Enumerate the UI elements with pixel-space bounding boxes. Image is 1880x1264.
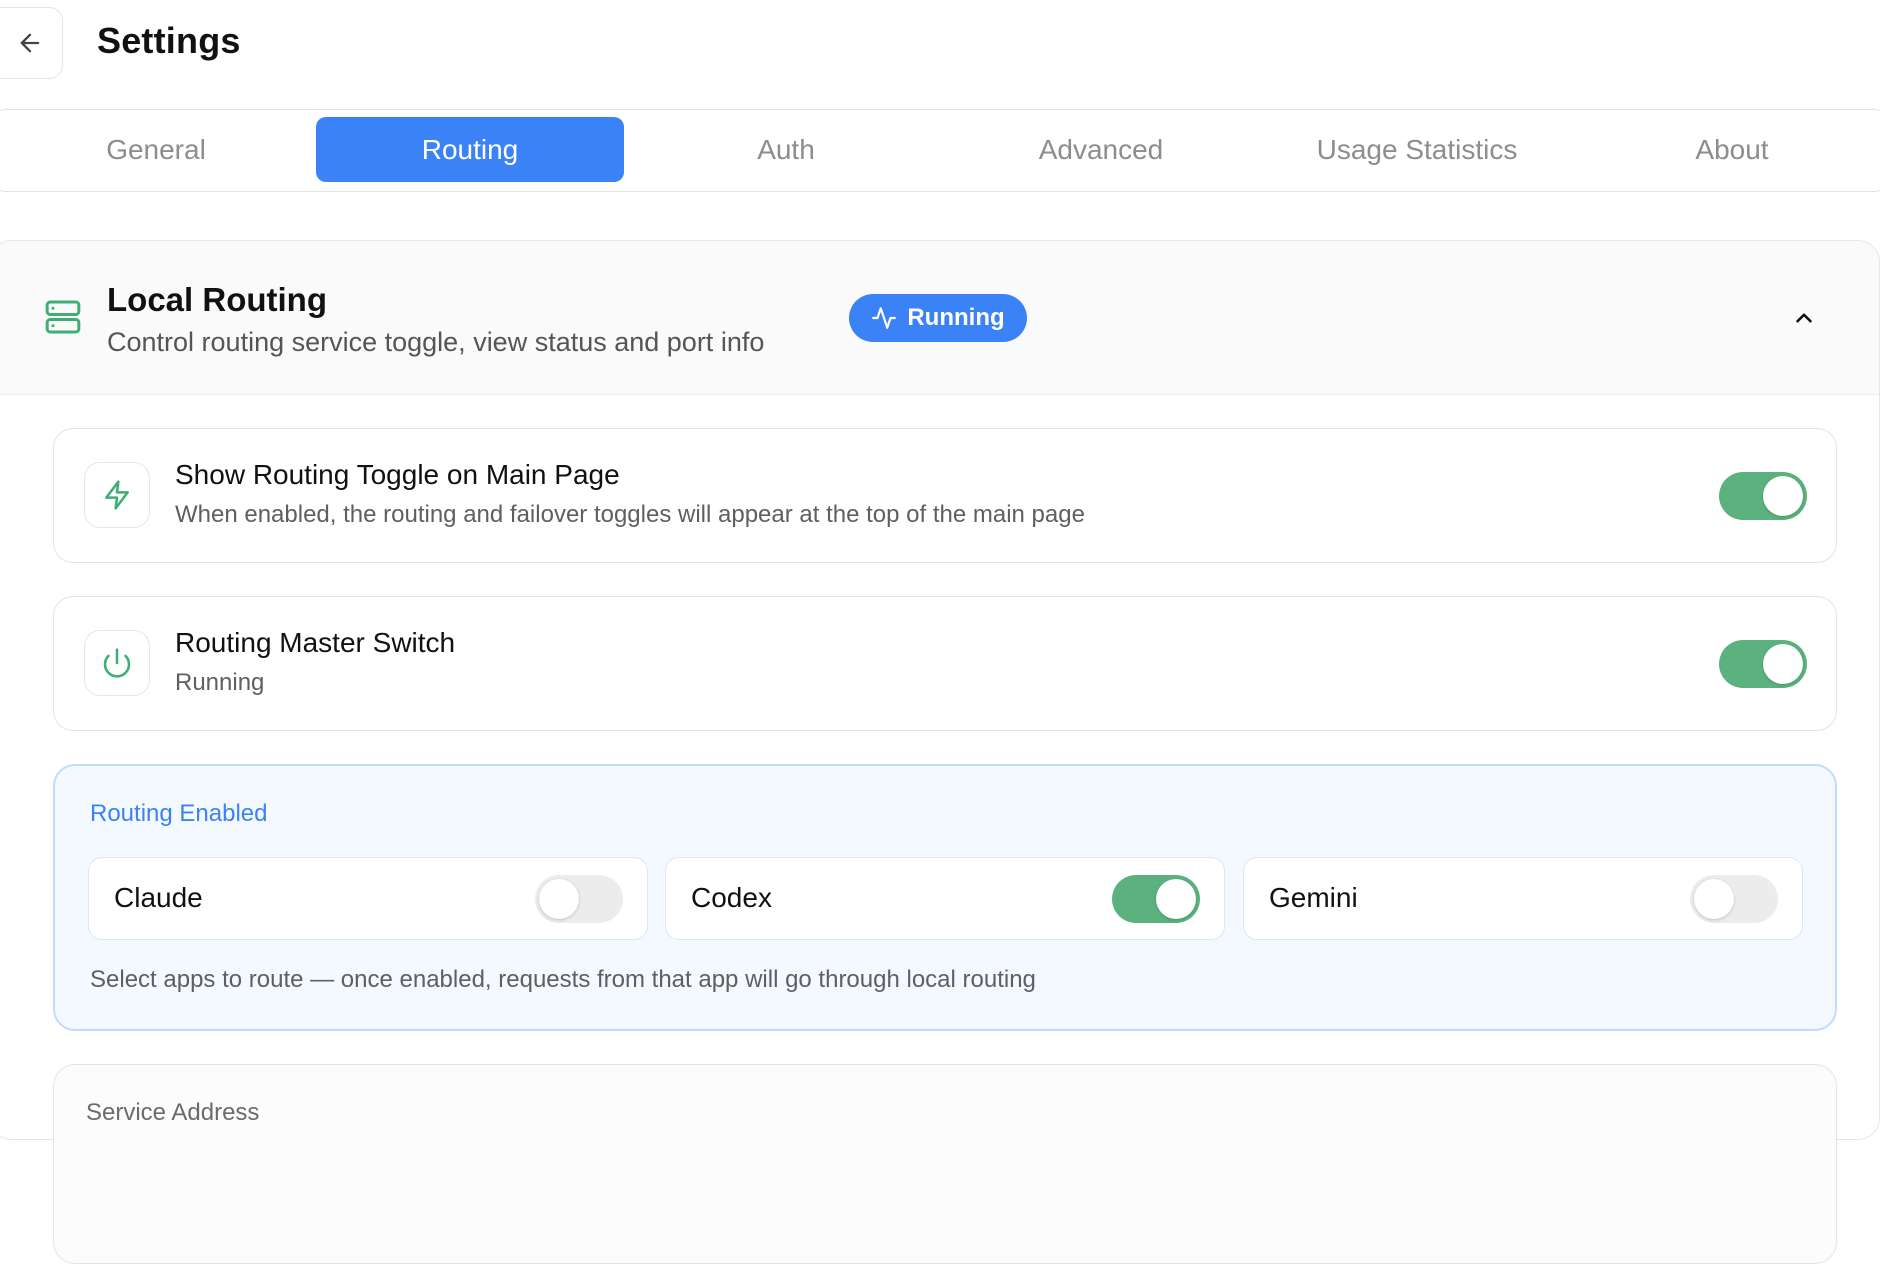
activity-icon bbox=[872, 307, 897, 329]
app-card-gemini: Gemini bbox=[1243, 857, 1803, 940]
power-icon bbox=[103, 648, 131, 678]
show-routing-toggle-switch[interactable] bbox=[1719, 472, 1807, 520]
setting-title: Show Routing Toggle on Main Page bbox=[175, 459, 620, 490]
local-routing-subtitle: Control routing service toggle, view sta… bbox=[107, 327, 765, 357]
setting-icon-box bbox=[84, 462, 150, 528]
page-title: Settings bbox=[97, 20, 241, 61]
app-name: Codex bbox=[691, 882, 772, 913]
routing-apps-hint: Select apps to route — once enabled, req… bbox=[90, 966, 1036, 993]
status-badge-label: Running bbox=[907, 304, 1005, 331]
tab-about[interactable]: About bbox=[1578, 117, 1880, 182]
routing-enabled-apps: Routing Enabled Claude Codex Gemini Sele… bbox=[53, 764, 1837, 1031]
app-name: Gemini bbox=[1269, 882, 1358, 913]
claude-toggle-switch[interactable] bbox=[535, 875, 623, 923]
tab-general[interactable]: General bbox=[2, 117, 310, 182]
setting-icon-box bbox=[84, 630, 150, 696]
toggle-knob bbox=[1156, 879, 1196, 919]
chevron-up-icon bbox=[1796, 313, 1812, 323]
gemini-toggle-switch[interactable] bbox=[1690, 875, 1778, 923]
app-card-codex: Codex bbox=[665, 857, 1225, 940]
arrow-left-icon bbox=[20, 33, 39, 53]
toggle-knob bbox=[1694, 879, 1734, 919]
setting-routing-master-switch: Routing Master Switch Running bbox=[53, 596, 1837, 731]
setting-show-routing-toggle: Show Routing Toggle on Main Page When en… bbox=[53, 428, 1837, 563]
lightning-icon bbox=[105, 480, 129, 510]
routing-master-toggle-switch[interactable] bbox=[1719, 640, 1807, 688]
service-address-label: Service Address bbox=[86, 1099, 260, 1126]
local-routing-header[interactable]: Local Routing Control routing service to… bbox=[0, 241, 1879, 395]
local-routing-title: Local Routing bbox=[107, 281, 327, 318]
toggle-knob bbox=[539, 879, 579, 919]
status-badge: Running bbox=[849, 294, 1027, 342]
setting-title: Routing Master Switch bbox=[175, 627, 456, 658]
server-icon bbox=[45, 300, 81, 334]
tab-routing[interactable]: Routing bbox=[316, 117, 624, 182]
setting-description: Running bbox=[175, 669, 265, 696]
codex-toggle-switch[interactable] bbox=[1112, 875, 1200, 923]
app-name: Claude bbox=[114, 882, 203, 913]
collapse-button[interactable] bbox=[1787, 301, 1821, 335]
tab-advanced[interactable]: Advanced bbox=[947, 117, 1255, 182]
back-button[interactable] bbox=[0, 7, 63, 79]
tab-usage-statistics[interactable]: Usage Statistics bbox=[1263, 117, 1571, 182]
app-card-claude: Claude bbox=[88, 857, 648, 940]
setting-description: When enabled, the routing and failover t… bbox=[175, 501, 1085, 528]
routing-enabled-label: Routing Enabled bbox=[90, 800, 268, 827]
service-address-card: Service Address bbox=[53, 1064, 1837, 1264]
toggle-knob bbox=[1763, 644, 1803, 684]
toggle-knob bbox=[1763, 476, 1803, 516]
tab-auth[interactable]: Auth bbox=[632, 117, 940, 182]
